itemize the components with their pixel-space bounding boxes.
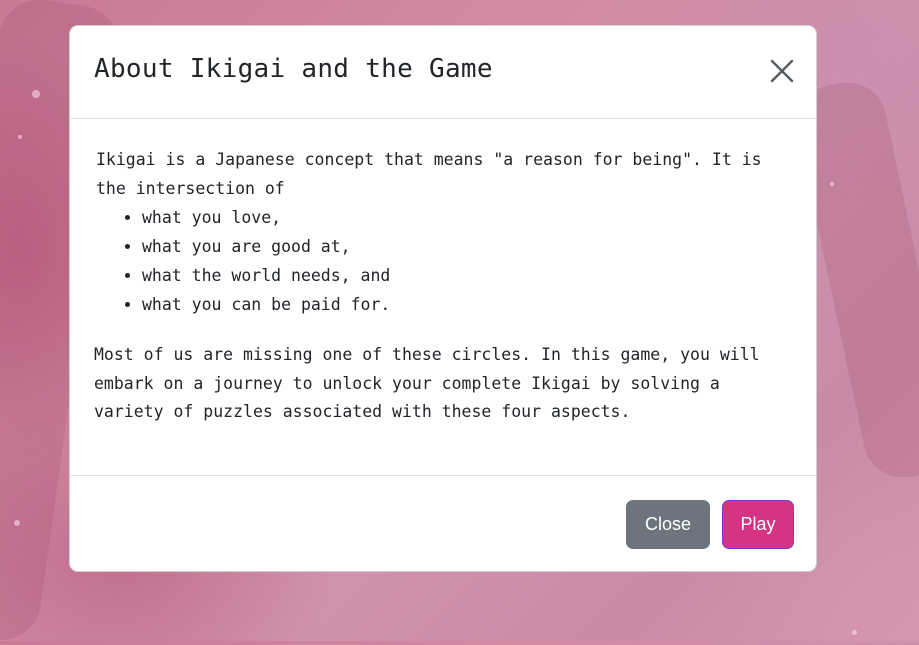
list-item: what you can be paid for. [142,290,792,319]
close-icon[interactable] [766,55,798,87]
modal-body: Ikigai is a Japanese concept that means … [70,119,816,475]
background-sparkle [852,630,857,635]
background-sparkle [32,90,40,98]
close-button[interactable]: Close [626,500,710,549]
modal-title: About Ikigai and the Game [94,54,493,84]
intro-text: Ikigai is a Japanese concept that means … [96,150,762,198]
about-modal: About Ikigai and the Game Ikigai is a Ja… [69,25,817,572]
modal-header: About Ikigai and the Game [70,26,816,119]
aspect-list: what you love, what you are good at, wha… [94,203,792,319]
modal-footer: Close Play [70,475,816,571]
list-item: what the world needs, and [142,261,792,290]
list-item: what you love, [142,203,792,232]
list-item: what you are good at, [142,232,792,261]
background-sparkle [18,135,22,139]
play-button[interactable]: Play [722,500,794,549]
background-sparkle [14,520,20,526]
background-sparkle [830,182,834,186]
description-paragraph: Most of us are missing one of these circ… [94,345,760,421]
